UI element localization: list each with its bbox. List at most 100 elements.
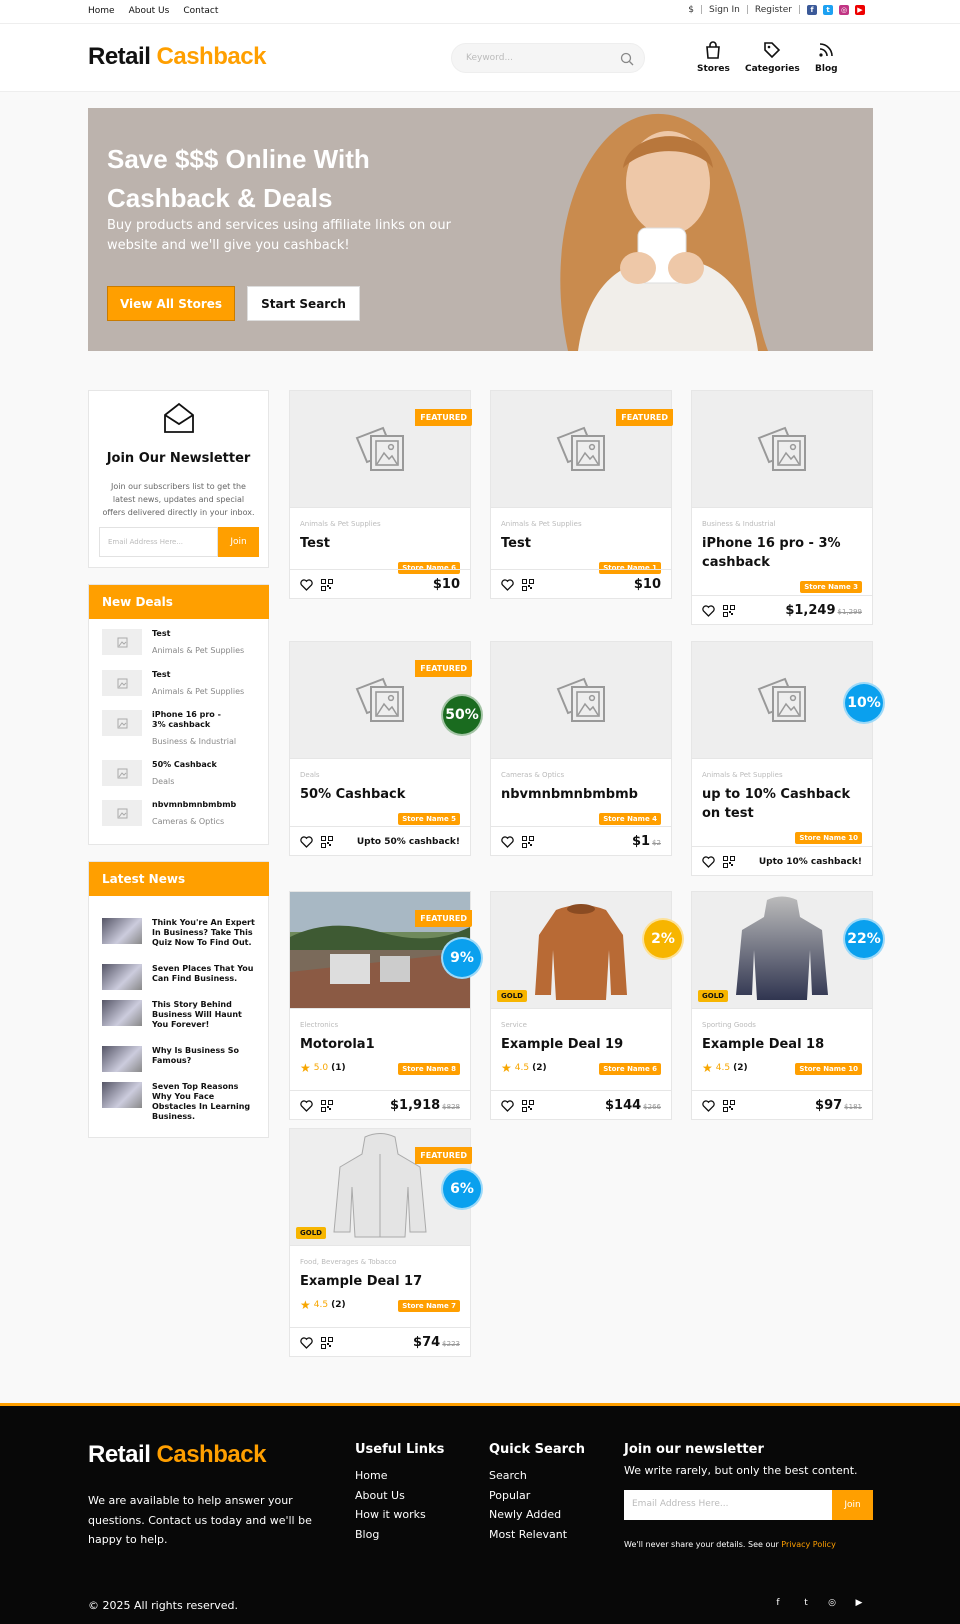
footer-logo[interactable]: Retail Cashback: [88, 1441, 266, 1469]
new-deal-item[interactable]: Test Animals & Pet Supplies: [102, 670, 244, 696]
deal-card[interactable]: GOLD 22% Sporting Goods Example Deal 18 ★ 4.5…: [691, 891, 885, 1120]
footer-join-button[interactable]: Join: [832, 1490, 873, 1520]
store-name-badge[interactable]: Store Name 7: [398, 1300, 460, 1312]
qr-code-icon[interactable]: [321, 1099, 333, 1112]
news-item[interactable]: Seven Top Reasons Why You Face Obstacles…: [102, 1082, 260, 1122]
sign-in-link[interactable]: Sign In: [709, 5, 740, 15]
card-title[interactable]: Test: [290, 528, 470, 553]
deal-card[interactable]: Cameras & Optics nbvmnbmnbmbmb Store Name …: [490, 641, 672, 856]
heart-icon[interactable]: [702, 1099, 715, 1112]
instagram-icon[interactable]: ◎: [826, 1597, 838, 1609]
heart-icon[interactable]: [501, 835, 514, 848]
footer-link-about[interactable]: About Us: [355, 1486, 426, 1506]
footer-link-newly-added[interactable]: Newly Added: [489, 1505, 567, 1525]
store-name-badge[interactable]: Store Name 10: [795, 1063, 862, 1075]
store-name-badge[interactable]: Store Name 6: [599, 1063, 661, 1075]
deal-card[interactable]: FEATURED GOLD 6% Food, Beverages & Tobacco E…: [289, 1128, 483, 1357]
footer-link-popular[interactable]: Popular: [489, 1486, 567, 1506]
youtube-icon[interactable]: ▶: [855, 5, 865, 15]
newsletter-join-button[interactable]: Join: [218, 527, 259, 557]
heart-icon[interactable]: [300, 1336, 313, 1349]
facebook-icon[interactable]: f: [807, 5, 817, 15]
card-image[interactable]: [692, 391, 872, 508]
facebook-icon[interactable]: f: [772, 1597, 784, 1609]
card-title[interactable]: 50% Cashback: [290, 779, 470, 804]
site-logo[interactable]: Retail Cashback: [88, 43, 266, 71]
register-link[interactable]: Register: [755, 5, 792, 15]
footer-email-input[interactable]: Email Address Here...: [624, 1490, 832, 1520]
qr-code-icon[interactable]: [723, 855, 735, 868]
card-title[interactable]: Example Deal 18: [692, 1029, 872, 1054]
top-link-contact[interactable]: Contact: [183, 6, 218, 16]
footer-link-home[interactable]: Home: [355, 1466, 426, 1486]
card-title[interactable]: iPhone 16 pro - 3% cashback: [692, 528, 872, 572]
new-deal-item[interactable]: 50% Cashback Deals: [102, 760, 232, 786]
new-deal-item[interactable]: nbvmnbmnbmbmb Cameras & Optics: [102, 800, 236, 826]
search-icon[interactable]: [620, 52, 634, 66]
news-title: This Story Behind Business Will Haunt Yo…: [152, 1000, 242, 1029]
nav-blog[interactable]: Blog: [815, 40, 838, 74]
twitter-icon[interactable]: t: [800, 1597, 812, 1609]
deal-card[interactable]: FEATURED Animals & Pet Supplies Test Store …: [490, 390, 673, 599]
top-link-about[interactable]: About Us: [129, 6, 170, 16]
qr-code-icon[interactable]: [522, 835, 534, 848]
new-deal-item[interactable]: Test Animals & Pet Supplies: [102, 629, 244, 655]
store-name-badge[interactable]: Store Name 8: [398, 1063, 460, 1075]
deal-card[interactable]: 10% Animals & Pet Supplies up to 10% Cashb…: [691, 641, 885, 876]
start-search-button[interactable]: Start Search: [247, 286, 360, 321]
logo-part-1: Retail: [88, 1441, 151, 1468]
footer-link-blog[interactable]: Blog: [355, 1525, 426, 1545]
deal-card[interactable]: Business & Industrial iPhone 16 pro - 3% …: [691, 390, 873, 625]
card-title[interactable]: Motorola1: [290, 1029, 470, 1054]
qr-code-icon[interactable]: [321, 835, 333, 848]
qr-code-icon[interactable]: [522, 1099, 534, 1112]
store-name-badge[interactable]: Store Name 5: [398, 813, 460, 825]
privacy-policy-link[interactable]: Privacy Policy: [781, 1540, 836, 1549]
deal-card[interactable]: FEATURED 50% Deals 50% Cashback Store Name 5…: [289, 641, 483, 856]
card-title[interactable]: Test: [491, 528, 671, 553]
qr-code-icon[interactable]: [321, 1336, 333, 1349]
deal-card[interactable]: FEATURED 9% Electronics Motorola1 ★ 5.0 (1) Sto…: [289, 891, 483, 1120]
nav-categories[interactable]: Categories: [745, 40, 800, 74]
qr-code-icon[interactable]: [522, 578, 534, 591]
card-title[interactable]: nbvmnbmnbmbmb: [491, 779, 671, 804]
currency-selector[interactable]: $: [688, 5, 694, 15]
heart-icon[interactable]: [300, 578, 313, 591]
heart-icon[interactable]: [501, 578, 514, 591]
card-title[interactable]: Example Deal 19: [491, 1029, 671, 1054]
footer-link-most-relevant[interactable]: Most Relevant: [489, 1525, 567, 1545]
heart-icon[interactable]: [702, 604, 715, 617]
news-item[interactable]: Why Is Business So Famous?: [102, 1046, 260, 1072]
top-link-home[interactable]: Home: [88, 6, 115, 16]
footer-link-search[interactable]: Search: [489, 1466, 567, 1486]
new-deal-item[interactable]: iPhone 16 pro - 3% cashback Business & I…: [102, 710, 236, 746]
heart-icon[interactable]: [702, 855, 715, 868]
view-all-stores-button[interactable]: View All Stores: [107, 286, 235, 321]
news-item[interactable]: Seven Places That You Can Find Business.: [102, 964, 260, 990]
store-name-badge[interactable]: Store Name 3: [800, 581, 862, 593]
qr-code-icon[interactable]: [723, 1099, 735, 1112]
footer-link-how[interactable]: How it works: [355, 1505, 426, 1525]
deal-card[interactable]: FEATURED Animals & Pet Supplies Test Store …: [289, 390, 472, 599]
news-item[interactable]: Think You're An Expert In Business? Take…: [102, 918, 260, 948]
store-name-badge[interactable]: Store Name 4: [599, 813, 661, 825]
store-name-badge[interactable]: Store Name 10: [795, 832, 862, 844]
qr-code-icon[interactable]: [321, 578, 333, 591]
deal-card[interactable]: GOLD 2% Service Example Deal 19 ★ 4.5 (2) Store…: [490, 891, 684, 1120]
newsletter-email-input[interactable]: Email Address Here...: [99, 527, 218, 557]
card-image[interactable]: [491, 642, 671, 759]
card-footer: $144 $266: [491, 1090, 671, 1120]
instagram-icon[interactable]: ◎: [839, 5, 849, 15]
news-item[interactable]: This Story Behind Business Will Haunt Yo…: [102, 1000, 260, 1030]
card-title[interactable]: Example Deal 17: [290, 1266, 470, 1291]
search-input[interactable]: Keyword...: [451, 43, 645, 73]
heart-icon[interactable]: [300, 1099, 313, 1112]
heart-icon[interactable]: [501, 1099, 514, 1112]
heart-icon[interactable]: [300, 835, 313, 848]
youtube-icon[interactable]: ▶: [853, 1597, 865, 1609]
twitter-icon[interactable]: t: [823, 5, 833, 15]
qr-code-icon[interactable]: [723, 604, 735, 617]
card-category: Food, Beverages & Tobacco: [300, 1258, 397, 1266]
nav-stores[interactable]: Stores: [697, 40, 730, 74]
card-title[interactable]: up to 10% Cashback on test: [692, 779, 872, 823]
